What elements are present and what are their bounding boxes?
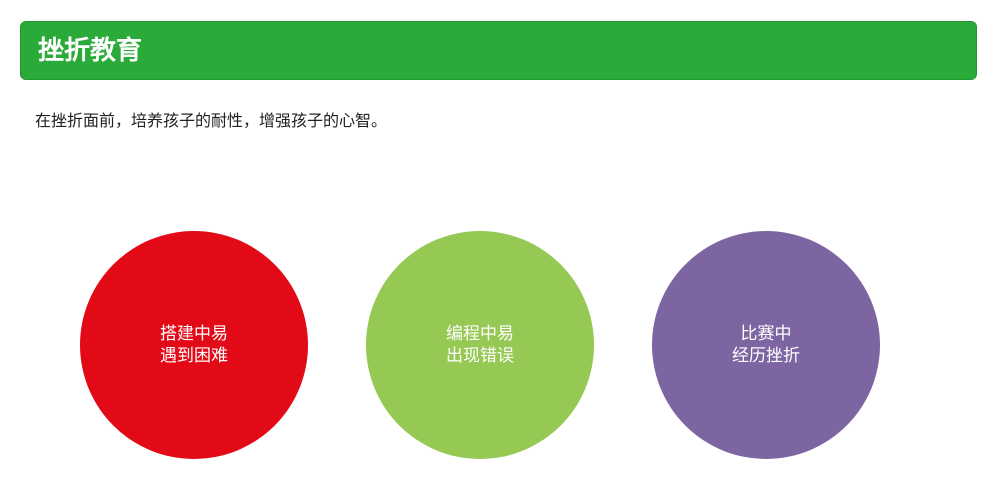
circle-competition-setbacks: 比赛中 经历挫折 — [652, 231, 880, 459]
section-title: 挫折教育 — [38, 36, 143, 66]
circle-label-line-2: 经历挫折 — [732, 346, 800, 366]
circle-label-line-2: 出现错误 — [446, 346, 514, 366]
circle-building-difficulty: 搭建中易 遇到困难 — [80, 231, 308, 459]
circle-label-line-1: 编程中易 — [446, 324, 514, 344]
circle-programming-errors: 编程中易 出现错误 — [366, 231, 594, 459]
circle-label-line-1: 搭建中易 — [160, 324, 228, 344]
section-header-bar: 挫折教育 — [20, 21, 977, 80]
circle-label-line-1: 比赛中 — [740, 324, 792, 344]
intro-text: 在挫折面前，培养孩子的耐性，增强孩子的心智。 — [35, 111, 388, 130]
circle-label-line-2: 遇到困难 — [160, 346, 228, 366]
